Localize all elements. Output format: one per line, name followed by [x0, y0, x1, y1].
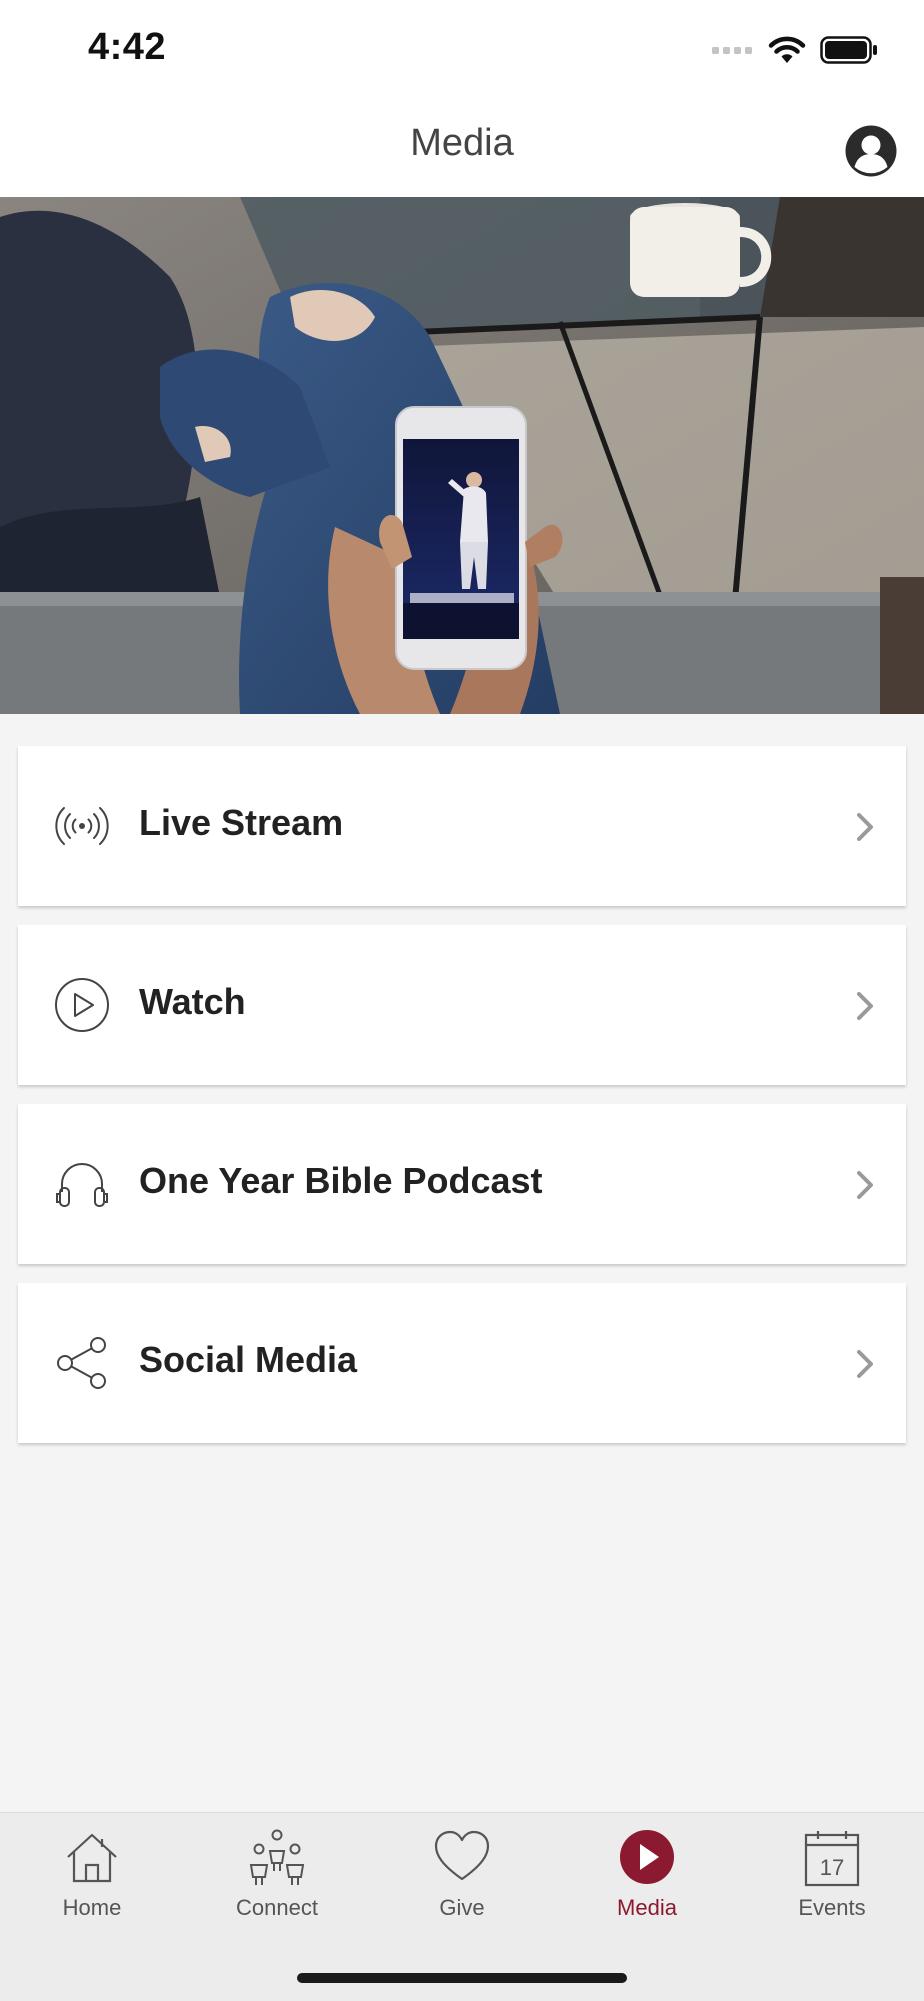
profile-button[interactable]	[844, 124, 898, 178]
chevron-right-icon	[857, 813, 873, 841]
status-bar: 4:42	[0, 0, 924, 100]
calendar-icon: 17	[804, 1831, 860, 1887]
heart-icon	[434, 1830, 490, 1881]
cellular-signal-icon	[712, 47, 752, 54]
battery-icon	[820, 36, 877, 64]
menu-item-label: One Year Bible Podcast	[139, 1160, 543, 1201]
menu-item-label: Live Stream	[139, 802, 344, 843]
page-title: Media	[410, 122, 514, 164]
play-circle-icon	[55, 978, 109, 1032]
menu-item-live-stream[interactable]: Live Stream	[18, 746, 906, 906]
chevron-right-icon	[857, 1171, 873, 1199]
status-icons	[712, 32, 878, 68]
share-icon	[57, 1337, 106, 1389]
tab-label: Connect	[236, 1895, 318, 1920]
menu-item-label: Watch	[139, 981, 246, 1022]
wifi-icon	[768, 36, 806, 63]
media-play-icon	[620, 1830, 674, 1884]
status-time: 4:42	[88, 26, 167, 68]
home-indicator[interactable]	[297, 1973, 627, 1983]
tab-events[interactable]: 17 Events	[740, 1827, 924, 1947]
tab-label: Home	[62, 1895, 122, 1920]
tab-label: Media	[617, 1895, 677, 1920]
tab-give[interactable]: Give	[370, 1827, 554, 1947]
menu-item-social-media[interactable]: Social Media	[18, 1283, 906, 1443]
chevron-right-icon	[857, 992, 873, 1020]
account-icon	[845, 125, 897, 177]
headphones-icon	[56, 1163, 108, 1207]
chevron-right-icon	[857, 1350, 873, 1378]
calendar-day: 17	[820, 1855, 844, 1880]
home-icon	[67, 1833, 117, 1883]
menu-item-podcast[interactable]: One Year Bible Podcast	[18, 1104, 906, 1264]
menu-item-watch[interactable]: Watch	[18, 925, 906, 1085]
broadcast-icon	[55, 807, 109, 845]
hero-image	[0, 197, 924, 714]
tab-connect[interactable]: Connect	[185, 1827, 369, 1947]
menu-item-label: Social Media	[139, 1339, 358, 1380]
media-menu-list: Live Stream Watch One Year Bible Podcast	[18, 746, 906, 1462]
tab-home[interactable]: Home	[0, 1827, 184, 1947]
navigation-bar: Media	[0, 100, 924, 197]
tab-media[interactable]: Media	[555, 1827, 739, 1947]
tab-label: Give	[439, 1895, 485, 1920]
tab-label: Events	[798, 1895, 866, 1920]
people-icon	[249, 1829, 305, 1885]
